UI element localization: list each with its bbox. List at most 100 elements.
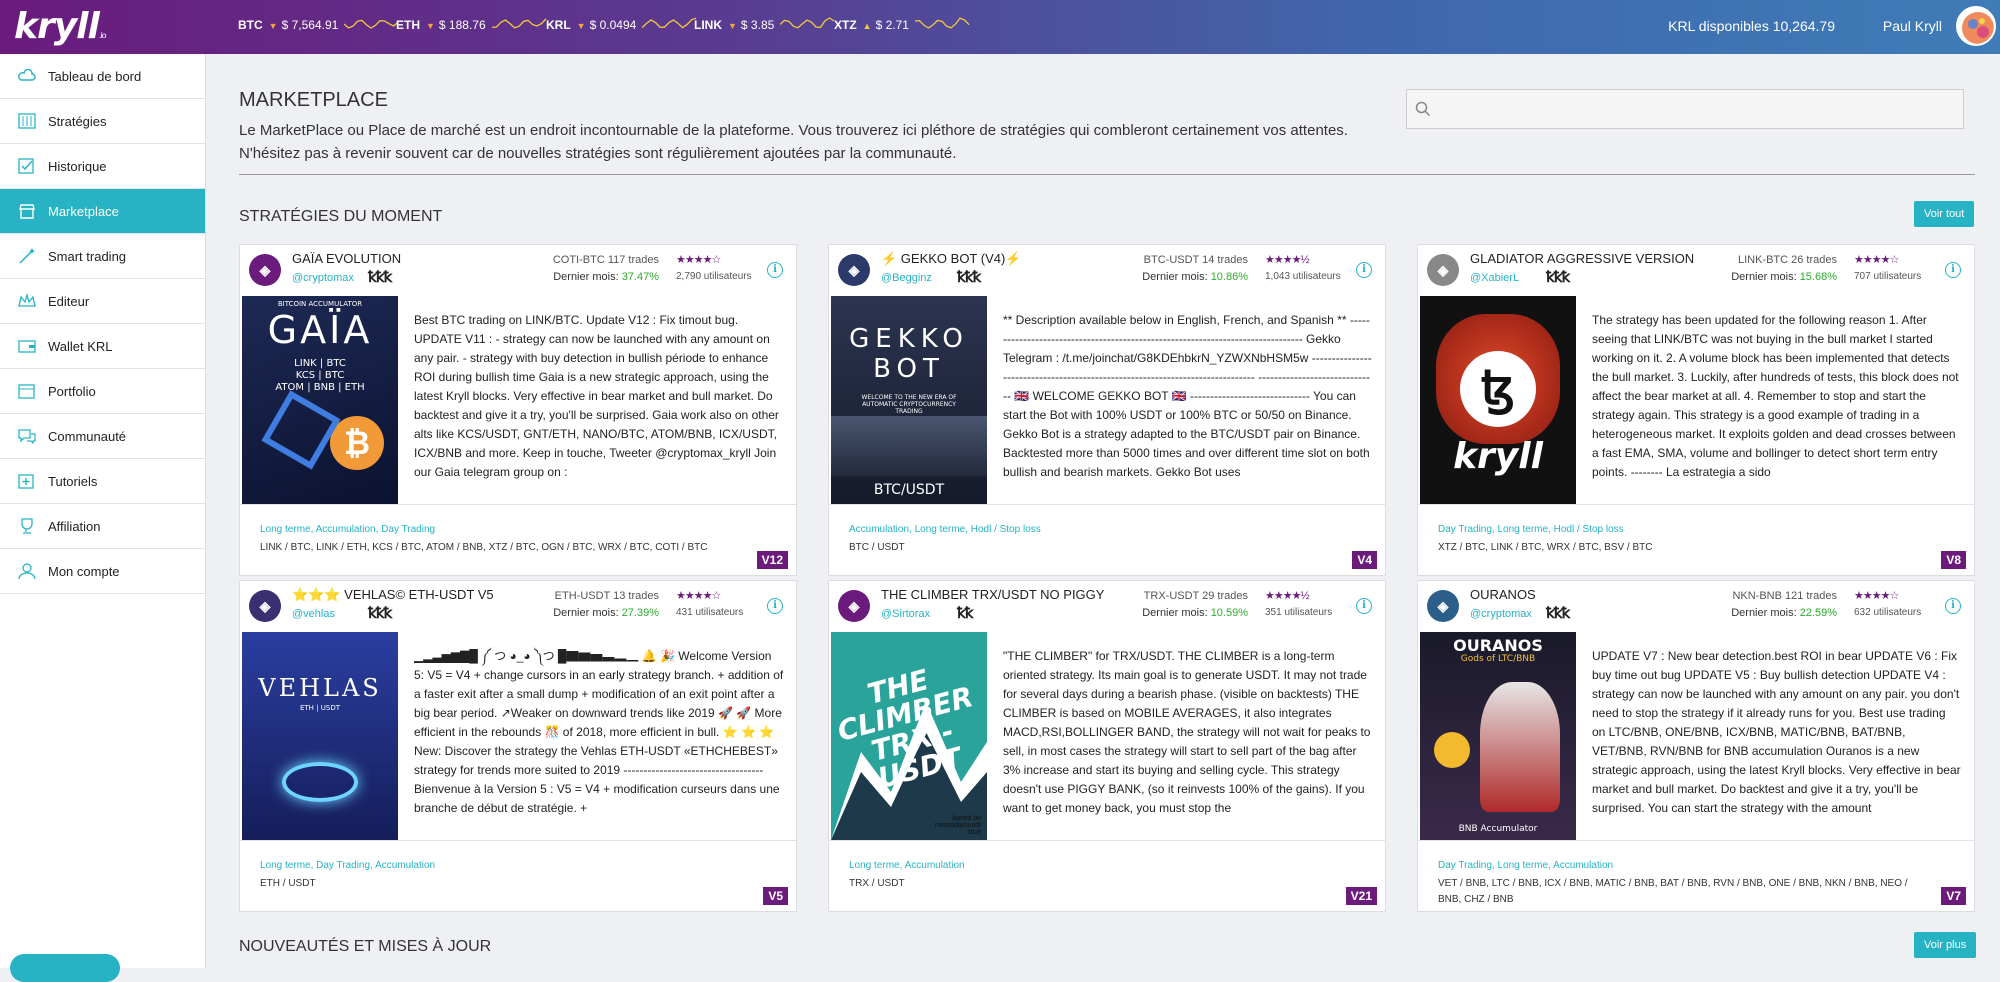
- image-title: OURANOS: [1453, 636, 1543, 655]
- search-input[interactable]: [1406, 89, 1964, 129]
- strategy-image[interactable]: ꜩ kryll: [1420, 296, 1576, 504]
- strategy-pair-trades: ETH-USDT 13 trades: [554, 590, 659, 602]
- version-badge: V7: [1941, 887, 1966, 905]
- strategy-description: ▁▂▃▅▆▇█ ༼ つ ◕_◕ ༽つ █▇▆▅▃▂▁ 🔔 🎉 Welcome V…: [414, 649, 784, 815]
- user-avatar[interactable]: [1956, 6, 1996, 46]
- info-icon[interactable]: i: [767, 262, 783, 278]
- ticker-arrow-icon: ▼: [426, 21, 435, 31]
- section-title-news: NOUVEAUTÉS ET MISES À JOUR: [239, 938, 492, 955]
- sidebar-item-historique[interactable]: Historique: [0, 144, 205, 189]
- search-icon: [1415, 101, 1431, 117]
- strategy-card[interactable]: ◈ ⚡ GEKKO BOT (V4)⚡ @Begginz ꝁꝁꝁ BTC-USD…: [828, 244, 1386, 576]
- strategy-name[interactable]: OURANOS: [1470, 587, 1536, 602]
- last-month-performance: Dernier mois: 10.59%: [1142, 607, 1248, 619]
- card-footer: Long terme, Day Trading, Accumulation ET…: [240, 840, 796, 913]
- ticker-3: LINK ▼ $ 3.85: [694, 17, 835, 32]
- sidebar-item-portfolio[interactable]: Portfolio: [0, 369, 205, 414]
- card-footer: Day Trading, Long terme, Accumulation VE…: [1418, 840, 1974, 913]
- strategy-pairs: TRX / USDT: [849, 878, 905, 889]
- sidebar-item-tutoriels[interactable]: Tutoriels: [0, 459, 205, 504]
- strategy-pair-trades: BTC-USDT 14 trades: [1143, 254, 1248, 266]
- strategy-pairs: XTZ / BTC, LINK / BTC, WRX / BTC, BSV / …: [1438, 542, 1653, 553]
- sidebar-item-communauté[interactable]: Communauté: [0, 414, 205, 459]
- strategy-description: ** Description available below in Englis…: [1003, 313, 1372, 479]
- strategy-pair-trades: NKN-BNB 121 trades: [1732, 590, 1837, 602]
- user-count: 632 utilisateurs: [1854, 607, 1922, 618]
- strategy-tags: Long terme, Accumulation, Day Trading: [260, 524, 436, 535]
- ticker-arrow-icon: ▼: [268, 21, 278, 31]
- strategy-author[interactable]: @cryptomax: [1470, 608, 1532, 620]
- image-subtitle: WELCOME TO THE NEW ERA OF AUTOMATIC CRYP…: [861, 394, 957, 415]
- user-name[interactable]: Paul Kryll: [1883, 18, 1942, 34]
- sidebar-item-label: Historique: [48, 158, 107, 174]
- info-icon[interactable]: i: [1356, 598, 1372, 614]
- sidebar-item-editeur[interactable]: Editeur: [0, 279, 205, 324]
- info-icon[interactable]: i: [767, 598, 783, 614]
- kryll-logo[interactable]: kryll.io: [14, 6, 106, 47]
- trophy-icon: [16, 517, 38, 535]
- card-header: ◈ THE CLIMBER TRX/USDT NO PIGGY @Sirtora…: [829, 581, 1385, 631]
- info-icon[interactable]: i: [1945, 598, 1961, 614]
- sidebar-item-stratégies[interactable]: Stratégies: [0, 99, 205, 144]
- divider: [239, 174, 1975, 175]
- strategy-card[interactable]: ◈ GLADIATOR AGGRESSIVE VERSION @XabierL …: [1417, 244, 1975, 576]
- strategy-image[interactable]: OURANOS Gods of LTC/BNB BNB Accumulator: [1420, 632, 1576, 840]
- ticker-symbol: BTC: [238, 18, 263, 32]
- version-badge: V12: [756, 551, 788, 569]
- strategy-author[interactable]: @XabierL: [1470, 272, 1519, 284]
- card-header: ◈ GLADIATOR AGGRESSIVE VERSION @XabierL …: [1418, 245, 1974, 295]
- author-badges-icon: ꝁꝁꝁ: [1546, 605, 1570, 622]
- strategy-author[interactable]: @vehlas: [292, 608, 335, 620]
- rating-stars: ★★★★½: [1265, 254, 1310, 266]
- strategy-image[interactable]: ₿ BITCOIN ACCUMULATOR GAÏA LINK | BTC KC…: [242, 296, 398, 504]
- ticker-0: BTC ▼ $ 7,564.91: [238, 18, 399, 32]
- version-badge: V4: [1352, 551, 1377, 569]
- strategy-author[interactable]: @Begginz: [881, 272, 932, 284]
- strategy-card[interactable]: ◈ ⭐⭐⭐ VEHLAS© ETH-USDT V5 @vehlas ꝁꝁꝁ ET…: [239, 580, 797, 912]
- version-badge: V21: [1345, 887, 1377, 905]
- rating-stars: ★★★★☆: [1854, 590, 1899, 602]
- top-bar: kryll.io BTC ▼ $ 7,564.91 ETH ▼ $ 188.76 KRL ▼ $…: [0, 0, 2000, 54]
- sidebar-item-affiliation[interactable]: Affiliation: [0, 504, 205, 549]
- strategy-card[interactable]: ◈ GAÏA EVOLUTION @cryptomax ꝁꝁꝁ COTI-BTC…: [239, 244, 797, 576]
- strategy-logo-icon: ◈: [249, 254, 281, 286]
- strategy-pairs: LINK / BTC, LINK / ETH, KCS / BTC, ATOM …: [260, 542, 708, 553]
- strategy-logo-icon: ◈: [838, 254, 870, 286]
- sidebar-item-tableau-de-bord[interactable]: Tableau de bord: [0, 54, 205, 99]
- strategy-image[interactable]: VEHLAS ETH | USDT: [242, 632, 398, 840]
- sidebar-item-smart-trading[interactable]: Smart trading: [0, 234, 205, 279]
- strategy-name[interactable]: ⭐⭐⭐ VEHLAS© ETH-USDT V5: [292, 587, 494, 603]
- strategy-card[interactable]: ◈ OURANOS @cryptomax ꝁꝁꝁ NKN-BNB 121 tra…: [1417, 580, 1975, 912]
- main-content: MARKETPLACE Le MarketPlace ou Place de m…: [206, 54, 2000, 968]
- sidebar-item-marketplace[interactable]: Marketplace: [0, 189, 205, 234]
- strategy-author[interactable]: @Sirtorax: [881, 608, 930, 620]
- strategy-name[interactable]: ⚡ GEKKO BOT (V4)⚡: [881, 251, 1022, 267]
- sidebar-item-label: Wallet KRL: [48, 338, 113, 354]
- strategy-pair-trades: LINK-BTC 26 trades: [1737, 254, 1837, 266]
- chat-bubbles-icon: [16, 427, 38, 445]
- info-icon[interactable]: i: [1945, 262, 1961, 278]
- image-lines: BTC/USDT: [873, 482, 945, 498]
- see-all-button[interactable]: Voir tout: [1914, 201, 1975, 227]
- chat-launcher-button[interactable]: [10, 954, 120, 982]
- strategy-tags: Long terme, Accumulation: [849, 860, 965, 871]
- author-badges-icon: ꝁꝁꝁ: [368, 269, 392, 286]
- strategy-image[interactable]: GEKKO BOT WELCOME TO THE NEW ERA OF AUTO…: [831, 296, 987, 504]
- strategy-card[interactable]: ◈ THE CLIMBER TRX/USDT NO PIGGY @Sirtora…: [828, 580, 1386, 912]
- info-icon[interactable]: i: [1356, 262, 1372, 278]
- strategy-logo-icon: ◈: [1427, 254, 1459, 286]
- strategy-name[interactable]: GLADIATOR AGGRESSIVE VERSION: [1470, 251, 1694, 266]
- strategy-name[interactable]: GAÏA EVOLUTION: [292, 251, 401, 266]
- strategy-image[interactable]: THE CLIMBER TRX - USDT based on nostrada…: [831, 632, 987, 840]
- strategy-logo-icon: ◈: [838, 590, 870, 622]
- version-badge: V5: [763, 887, 788, 905]
- strategy-name[interactable]: THE CLIMBER TRX/USDT NO PIGGY: [881, 587, 1104, 602]
- see-more-button[interactable]: Voir plus: [1914, 932, 1977, 958]
- image-subtitle: BITCOIN ACCUMULATOR: [277, 300, 363, 308]
- strategy-author[interactable]: @cryptomax: [292, 272, 354, 284]
- ticker-2: KRL ▼ $ 0.0494: [546, 17, 697, 32]
- card-footer: Day Trading, Long terme, Hodl / Stop los…: [1418, 504, 1974, 577]
- sidebar-item-wallet-krl[interactable]: Wallet KRL: [0, 324, 205, 369]
- sliders-icon: [16, 112, 38, 130]
- sidebar-item-mon-compte[interactable]: Mon compte: [0, 549, 205, 594]
